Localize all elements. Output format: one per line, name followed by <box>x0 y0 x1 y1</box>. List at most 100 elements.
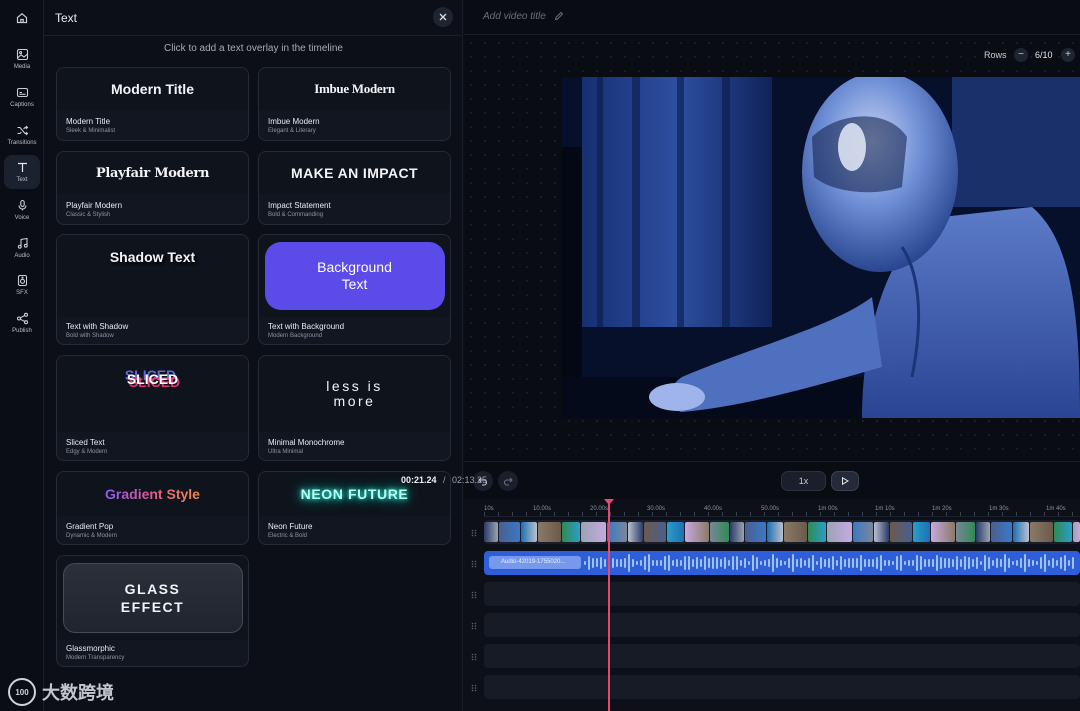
waveform-bar <box>708 557 710 569</box>
video-title-input[interactable]: Add video title <box>483 11 546 22</box>
waveform-bar <box>1020 558 1022 568</box>
text-style-card-sliced-text[interactable]: SLICED SLICED SLICED Sliced Text Edgy & … <box>56 355 249 461</box>
waveform-bar <box>992 559 994 567</box>
ruler-label: 30.00s <box>647 506 666 512</box>
preview-line-2: EFFECT <box>120 599 185 615</box>
waveform-bar <box>816 560 818 566</box>
waveform-bar <box>1032 559 1034 567</box>
waveform-bar <box>1024 554 1026 572</box>
text-style-card-playfair-modern[interactable]: Playfair Modern Playfair Modern Classic … <box>56 151 249 225</box>
close-button[interactable] <box>433 7 453 27</box>
video-thumbnail <box>1054 522 1072 542</box>
rail-item-media[interactable]: Media <box>4 42 40 76</box>
text-style-card-text-with-background[interactable]: Background Text Text with Background Mod… <box>258 234 451 345</box>
video-thumbnail <box>853 522 873 542</box>
empty-track[interactable] <box>484 644 1080 668</box>
preview-text: NEON FUTURE <box>300 486 409 502</box>
video-track[interactable] <box>484 520 1080 544</box>
ruler-tick <box>680 512 681 516</box>
rail-item-captions[interactable]: Captions <box>4 80 40 114</box>
waveform-bar <box>700 559 702 567</box>
timeline-ruler[interactable]: 10s 10.00s 20.00s 30.00s 40.00s 50.00s 1m 00s 1… <box>484 499 1080 517</box>
drag-handle-icon[interactable] <box>471 591 477 599</box>
drag-handle-icon[interactable] <box>471 560 477 568</box>
video-thumbnail <box>976 522 990 542</box>
rows-increase-button[interactable]: + <box>1061 48 1075 62</box>
ruler-tick <box>946 512 947 516</box>
video-preview[interactable] <box>562 77 1080 418</box>
ruler-tick <box>582 512 583 516</box>
empty-track[interactable] <box>484 613 1080 637</box>
background-pill: Background Text <box>264 242 445 310</box>
card-name: Gradient Pop <box>66 522 114 531</box>
waveform-bar <box>1068 560 1070 566</box>
panel-hint: Click to add a text overlay in the timel… <box>164 43 343 54</box>
speed-button[interactable]: 1x <box>781 471 826 491</box>
waveform-bar <box>720 559 722 567</box>
waveform-bar <box>876 556 878 570</box>
drag-handle-icon[interactable] <box>471 529 477 537</box>
text-style-card-imbue-modern[interactable]: Imbue Modern Imbue Modern Elegant & Lite… <box>258 67 451 141</box>
waveform-bar <box>988 557 990 569</box>
rail-item-sfx[interactable]: SFX <box>4 268 40 302</box>
waveform-bar <box>952 558 954 568</box>
drag-handle-icon[interactable] <box>471 684 477 692</box>
ruler-label: 1m 20s <box>932 506 952 512</box>
text-style-card-modern-title[interactable]: Modern Title Modern Title Sleek & Minima… <box>56 67 249 141</box>
card-name: Sliced Text <box>66 438 105 447</box>
playhead[interactable] <box>608 499 610 711</box>
text-style-card-gradient-pop[interactable]: Gradient Style Gradient Pop Dynamic & Mo… <box>56 471 249 545</box>
empty-track[interactable] <box>484 582 1080 606</box>
drag-handle-icon[interactable] <box>471 653 477 661</box>
video-thumbnail <box>767 522 783 542</box>
timeline[interactable]: 10s 10.00s 20.00s 30.00s 40.00s 50.00s 1m 00s 1… <box>464 499 1080 711</box>
ruler-tick <box>988 512 989 516</box>
ruler-tick <box>862 512 863 516</box>
play-button[interactable] <box>831 471 859 491</box>
waveform-bar <box>976 556 978 570</box>
ruler-tick <box>876 512 877 516</box>
sliced-preview: SLICED SLICED SLICED <box>125 367 180 390</box>
rail-item-transitions[interactable]: Transitions <box>4 118 40 152</box>
waveform-bar <box>768 559 770 567</box>
ruler-tick <box>960 512 961 516</box>
card-subtitle: Bold & Commanding <box>268 212 324 218</box>
rail-item-audio[interactable]: Audio <box>4 231 40 265</box>
audio-track[interactable]: Audio-42019-1755020... <box>484 551 1080 575</box>
rail-item-text[interactable]: Text <box>4 155 40 189</box>
waveform-bar <box>620 558 622 568</box>
ruler-tick <box>834 512 835 516</box>
redo-button[interactable] <box>498 471 518 491</box>
text-style-card-glassmorphic[interactable]: GLASS EFFECT Glassmorphic Modern Transpa… <box>56 555 249 667</box>
card-preview: Background Text <box>259 235 450 317</box>
rail-item-publish[interactable]: Publish <box>4 306 40 340</box>
text-style-card-text-with-shadow[interactable]: Shadow Text Text with Shadow Bold with S… <box>56 234 249 345</box>
waveform-bar <box>940 557 942 569</box>
waveform-bar <box>632 558 634 568</box>
text-style-card-minimal-monochrome[interactable]: less is more Minimal Monochrome Ultra Mi… <box>258 355 451 461</box>
video-thumbnail <box>808 522 826 542</box>
card-preview-area <box>57 279 248 317</box>
waveform-bar <box>936 555 938 571</box>
waveform-bar <box>872 559 874 567</box>
empty-track[interactable] <box>484 675 1080 699</box>
waveform-bar <box>892 560 894 566</box>
waveform-bar <box>724 557 726 569</box>
watermark: 100 大数跨境 <box>8 678 114 706</box>
rail-item-voice[interactable]: Voice <box>4 193 40 227</box>
waveform-bar <box>616 559 618 567</box>
preview-text: Gradient Style <box>105 486 200 502</box>
card-preview: Gradient Style <box>57 472 248 516</box>
home-icon[interactable] <box>12 9 32 27</box>
card-subtitle: Bold with Shadow <box>66 333 114 339</box>
ruler-tick <box>918 512 919 516</box>
waveform-bar <box>1004 554 1006 572</box>
waveform-bar <box>820 556 822 570</box>
rows-decrease-button[interactable]: − <box>1014 48 1028 62</box>
preview-text: Modern Title <box>111 81 194 97</box>
pencil-icon[interactable] <box>554 11 564 21</box>
drag-handle-icon[interactable] <box>471 622 477 630</box>
waveform-bar <box>1052 558 1054 568</box>
waveform-bar <box>624 557 626 569</box>
text-style-card-impact-statement[interactable]: MAKE AN IMPACT Impact Statement Bold & C… <box>258 151 451 225</box>
